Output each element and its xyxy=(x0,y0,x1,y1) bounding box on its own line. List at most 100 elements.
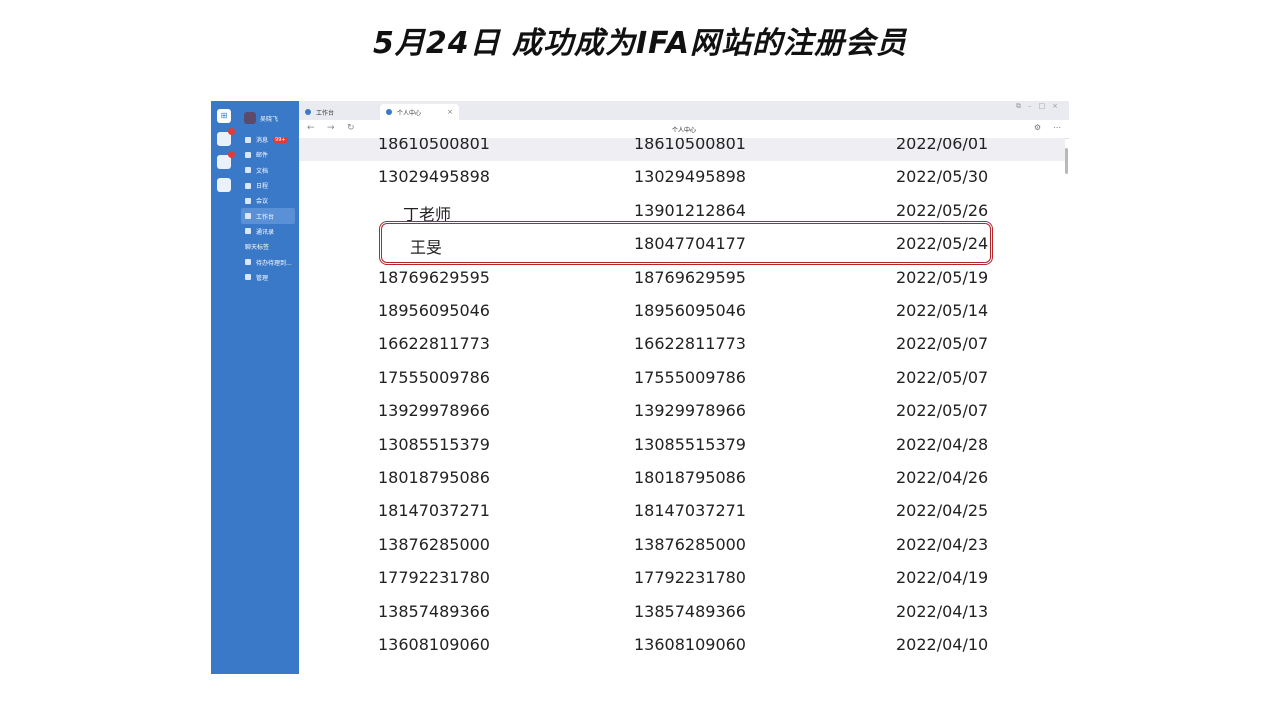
sidebar-item-label: 工作台 xyxy=(256,213,275,221)
app-screenshot: ⊞ 吴晓飞 消息 99+ 邮件 文档 日程 会议 工作台 通讯录 聊天标签 待办待… xyxy=(211,101,1069,674)
notification-dot xyxy=(228,128,235,135)
sidebar-item-mail[interactable]: 邮件 xyxy=(241,147,295,162)
mail-icon xyxy=(245,151,251,158)
register-date: 2022/04/13 xyxy=(896,601,989,621)
table-row: 17792231780 17792231780 2022/04/19 xyxy=(299,562,1065,595)
table-row: 18769629595 18769629595 2022/05/19 xyxy=(299,262,1065,295)
member-list: 18610500801 18610500801 2022/06/01 13029495… xyxy=(299,138,1069,674)
member-name: 18147037271 xyxy=(378,501,490,521)
apps-icon[interactable] xyxy=(217,178,231,192)
phone-number: 18610500801 xyxy=(634,138,746,153)
member-name: 18018795086 xyxy=(378,468,490,487)
member-name: 18956095046 xyxy=(378,301,490,320)
table-row: 13857489366 13857489366 2022/04/13 xyxy=(299,596,1065,629)
phone-number: 13901212864 xyxy=(634,200,746,220)
page-title: 个人中心 xyxy=(671,127,696,134)
sidebar-item-workbench[interactable]: 工作台 xyxy=(241,208,295,224)
site-icon xyxy=(386,109,392,115)
member-name: 16622811773 xyxy=(378,334,490,354)
member-name: 13929978966 xyxy=(378,401,490,421)
register-date: 2022/04/26 xyxy=(896,468,989,487)
message-icon xyxy=(245,136,251,143)
member-name: 18610500801 xyxy=(378,138,490,153)
phone-number: 18018795086 xyxy=(634,468,746,487)
phone-number: 13029495898 xyxy=(634,167,746,187)
register-date: 2022/05/07 xyxy=(896,367,989,387)
register-date: 2022/04/25 xyxy=(896,501,989,521)
table-row: 13929978966 13929978966 2022/05/07 xyxy=(299,395,1065,428)
member-name: 13876285000 xyxy=(378,534,490,554)
sidebar-item-calendar[interactable]: 日程 xyxy=(241,178,295,193)
phone-number: 13085515379 xyxy=(634,434,746,454)
table-row: 18610500801 18610500801 2022/06/01 xyxy=(299,138,1065,161)
tab-label: 个人中心 xyxy=(397,109,422,117)
org-chart-icon xyxy=(245,228,251,235)
tab-workbench[interactable]: 工作台 xyxy=(305,104,375,120)
meeting-icon xyxy=(245,197,251,204)
todo-icon xyxy=(245,259,251,266)
sidebar-item-label: 邮件 xyxy=(256,152,269,160)
table-row: 13029495898 13029495898 2022/05/30 xyxy=(299,161,1065,194)
table-row: 16622811773 16622811773 2022/05/07 xyxy=(299,328,1065,361)
register-date: 2022/06/01 xyxy=(896,138,989,153)
user-name: 吴晓飞 xyxy=(260,115,279,123)
phone-number: 13857489366 xyxy=(634,601,746,621)
register-date: 2022/05/14 xyxy=(896,301,989,320)
register-date: 2022/04/10 xyxy=(896,635,989,654)
highlight-frame xyxy=(379,221,993,265)
sidebar-item-meetings[interactable]: 会议 xyxy=(241,193,295,208)
register-date: 2022/05/30 xyxy=(896,167,989,187)
sidebar: ⊞ 吴晓飞 消息 99+ 邮件 文档 日程 会议 工作台 通讯录 聊天标签 待办待… xyxy=(211,101,299,674)
close-icon[interactable]: × xyxy=(447,108,453,116)
table-row: 18956095046 18956095046 2022/05/14 xyxy=(299,295,1065,328)
member-name: 17792231780 xyxy=(378,568,490,588)
scrollbar[interactable] xyxy=(1065,148,1068,174)
browser-window: 工作台 个人中心 × ⧉–□× ← → ↻ 个人中心 ⚙ ⋯ 1861050080… xyxy=(299,101,1069,674)
sidebar-item-manage[interactable]: 管理 xyxy=(241,270,295,285)
sidebar-item-label: 待办待理到... xyxy=(256,259,292,267)
member-name: 13085515379 xyxy=(378,434,490,454)
sidebar-item-label: 会议 xyxy=(256,198,269,206)
user-profile[interactable]: 吴晓飞 xyxy=(244,112,278,124)
address-bar: ← → ↻ 个人中心 ⚙ ⋯ xyxy=(299,120,1069,139)
notification-dot xyxy=(228,151,235,158)
register-date: 2022/04/23 xyxy=(896,534,989,554)
workbench-icon xyxy=(305,109,311,115)
sidebar-item-chat-tags[interactable]: 聊天标签 xyxy=(241,239,295,254)
chat-icon[interactable] xyxy=(217,128,235,146)
unread-badge: 99+ xyxy=(273,136,288,143)
document-icon xyxy=(245,167,251,174)
workspace-icon[interactable]: ⊞ xyxy=(217,109,231,123)
phone-number: 13608109060 xyxy=(634,635,746,654)
window-controls[interactable]: ⧉–□× xyxy=(1016,102,1065,111)
contacts-icon[interactable] xyxy=(217,151,235,169)
sidebar-item-label: 管理 xyxy=(256,274,269,282)
settings-icon[interactable]: ⚙ xyxy=(1034,123,1041,132)
sidebar-item-docs[interactable]: 文档 xyxy=(241,163,295,178)
phone-number: 13929978966 xyxy=(634,401,746,421)
register-date: 2022/04/28 xyxy=(896,434,989,454)
sidebar-nav: 消息 99+ 邮件 文档 日程 会议 工作台 通讯录 聊天标签 待办待理到... … xyxy=(241,132,295,285)
register-date: 2022/05/07 xyxy=(896,334,989,354)
tab-personal-center[interactable]: 个人中心 × xyxy=(380,104,459,120)
slide-title: 5月24日 成功成为IFA网站的注册会员 xyxy=(372,26,908,61)
more-icon[interactable]: ⋯ xyxy=(1053,123,1061,132)
sidebar-item-messages[interactable]: 消息 99+ xyxy=(241,132,295,147)
table-row: 17555009786 17555009786 2022/05/07 xyxy=(299,362,1065,395)
calendar-icon xyxy=(245,182,251,189)
member-name: 13857489366 xyxy=(378,601,490,621)
grid-icon xyxy=(245,213,251,220)
sidebar-item-contacts[interactable]: 通讯录 xyxy=(241,224,295,239)
register-date: 2022/05/19 xyxy=(896,267,989,287)
phone-number: 13876285000 xyxy=(634,534,746,554)
sidebar-item-label: 日程 xyxy=(256,183,269,191)
table-row: 18018795086 18018795086 2022/04/26 xyxy=(299,462,1065,495)
sidebar-item-todo[interactable]: 待办待理到... xyxy=(241,254,295,269)
register-date: 2022/04/19 xyxy=(896,568,989,588)
table-row: 13876285000 13876285000 2022/04/23 xyxy=(299,529,1065,562)
phone-number: 18147037271 xyxy=(634,501,746,521)
sidebar-item-label: 通讯录 xyxy=(256,228,275,236)
sidebar-item-label: 消息 xyxy=(256,137,269,145)
tab-label: 工作台 xyxy=(316,109,335,117)
tab-bar: 工作台 个人中心 × ⧉–□× xyxy=(299,101,1069,120)
